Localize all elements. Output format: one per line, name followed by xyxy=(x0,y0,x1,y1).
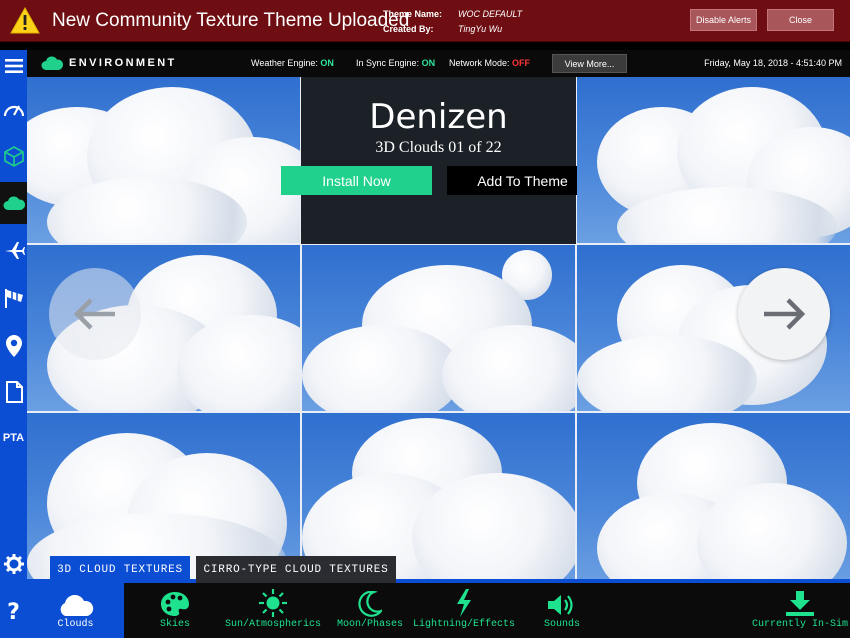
previous-button[interactable] xyxy=(49,268,141,360)
nav-clouds[interactable]: Clouds xyxy=(27,583,124,638)
rail-gauge[interactable] xyxy=(0,93,27,125)
tab-3d-cloud-textures[interactable]: 3D CLOUD TEXTURES xyxy=(50,556,190,583)
nav-sounds[interactable]: Sounds xyxy=(527,583,597,638)
palette-icon xyxy=(161,592,189,616)
rail-document[interactable] xyxy=(0,376,27,408)
rail-cube[interactable] xyxy=(0,140,27,172)
cloud-texture-grid: Denizen 3D Clouds 01 of 22 Install Now A… xyxy=(27,77,850,583)
texture-name: Denizen xyxy=(369,97,508,137)
windsock-icon xyxy=(4,289,23,308)
cloud-icon xyxy=(60,595,93,616)
pta-icon: PTA xyxy=(2,432,25,444)
location-pin-icon xyxy=(5,335,22,357)
warning-icon xyxy=(10,7,40,34)
rail-pta[interactable]: PTA xyxy=(0,422,27,454)
nav-sun-atmospherics[interactable]: Sun/Atmospherics xyxy=(223,583,323,638)
sun-icon xyxy=(259,589,287,617)
weather-engine-status: Weather Engine: ON xyxy=(251,58,334,68)
rail-menu[interactable] xyxy=(0,50,27,82)
created-by-value: TingYu Wu xyxy=(458,24,503,34)
nav-label: Skies xyxy=(159,619,190,630)
cube-icon xyxy=(3,146,24,167)
weather-engine-value: ON xyxy=(320,58,334,68)
status-bar: ENVIRONMENT Weather Engine: ON In Sync E… xyxy=(27,50,850,77)
sync-engine-label: In Sync Engine: xyxy=(356,58,420,68)
texture-subtitle: 3D Clouds 01 of 22 xyxy=(375,139,502,156)
document-icon xyxy=(5,381,23,403)
sync-engine-status: In Sync Engine: ON xyxy=(356,58,435,68)
nav-label: Moon/Phases xyxy=(336,619,403,630)
rail-clouds[interactable] xyxy=(0,182,27,224)
arrow-right-icon xyxy=(764,298,806,330)
speaker-icon xyxy=(548,595,573,615)
weather-engine-label: Weather Engine: xyxy=(251,58,318,68)
network-mode-label: Network Mode: xyxy=(449,58,510,68)
nav-label: Sun/Atmospherics xyxy=(224,619,321,630)
arrow-left-icon xyxy=(73,298,115,330)
lightning-icon xyxy=(457,589,471,617)
alert-banner: New Community Texture Theme Uploaded The… xyxy=(0,0,850,42)
gauge-icon xyxy=(3,105,24,117)
nav-lightning-effects[interactable]: Lightning/Effects xyxy=(412,583,516,638)
created-by-label: Created By: xyxy=(383,24,434,34)
close-alert-button[interactable]: Close xyxy=(767,9,834,31)
featured-panel: Denizen 3D Clouds 01 of 22 Install Now A… xyxy=(281,77,598,244)
rail-help[interactable]: ? xyxy=(0,596,27,628)
airplane-icon xyxy=(4,242,25,259)
nav-label: Sounds xyxy=(543,619,580,630)
nav-moon-phases[interactable]: Moon/Phases xyxy=(325,583,415,638)
rail-settings[interactable] xyxy=(0,548,27,580)
theme-name-label: Theme Name: xyxy=(383,9,443,19)
alert-title: New Community Texture Theme Uploaded xyxy=(52,10,410,31)
disable-alerts-button[interactable]: Disable Alerts xyxy=(690,9,757,31)
cloud-tile[interactable] xyxy=(577,77,850,243)
nav-skies[interactable]: Skies xyxy=(129,583,221,638)
rail-windsock[interactable] xyxy=(0,282,27,314)
datetime: Friday, May 18, 2018 - 4:51:40 PM xyxy=(704,58,842,68)
cloud-tile[interactable] xyxy=(27,77,300,243)
theme-name-value: WOC DEFAULT xyxy=(458,9,523,19)
rail-location[interactable] xyxy=(0,330,27,362)
bottom-nav: Clouds Skies Sun/Atmospherics Moon/Phase… xyxy=(27,583,850,638)
nav-currently-in-sim[interactable]: Currently In-Sim xyxy=(750,583,850,638)
rail-airplane[interactable] xyxy=(0,234,27,266)
gear-icon xyxy=(3,554,24,574)
nav-label: Lightning/Effects xyxy=(412,619,516,630)
install-now-button[interactable]: Install Now xyxy=(281,166,432,195)
sync-engine-value: ON xyxy=(421,58,436,68)
view-more-button[interactable]: View More... xyxy=(552,54,627,73)
nav-label: Clouds xyxy=(57,619,94,630)
network-mode-value: OFF xyxy=(512,58,531,68)
next-button[interactable] xyxy=(738,268,830,360)
network-mode-status: Network Mode: OFF xyxy=(449,58,530,68)
brand-title: ENVIRONMENT xyxy=(69,57,177,69)
help-icon: ? xyxy=(7,599,20,625)
cloud-tile[interactable] xyxy=(577,413,850,583)
left-rail: PTA ? xyxy=(0,50,27,638)
add-to-theme-button[interactable]: Add To Theme xyxy=(447,166,598,195)
nav-label: Currently In-Sim xyxy=(751,619,848,630)
cloud-tile[interactable] xyxy=(302,245,575,411)
download-icon xyxy=(786,591,814,616)
cloud-icon xyxy=(3,196,25,210)
moon-icon xyxy=(358,591,382,617)
tab-cirro-type-cloud-textures[interactable]: CIRRO-TYPE CLOUD TEXTURES xyxy=(196,556,396,583)
environment-logo-icon xyxy=(41,56,64,70)
menu-icon xyxy=(4,59,23,73)
